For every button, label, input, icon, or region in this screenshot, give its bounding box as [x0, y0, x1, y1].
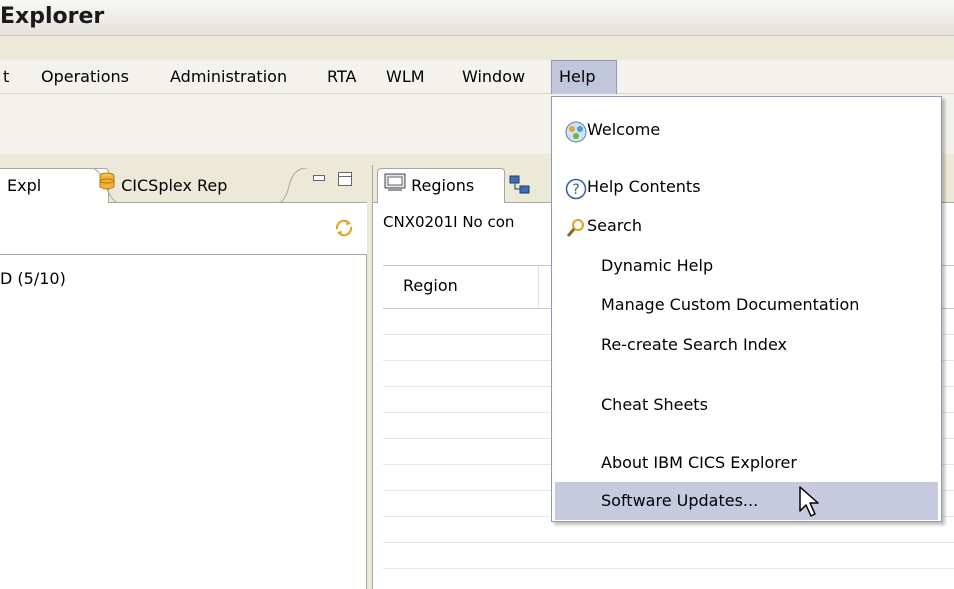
- menu-item-search[interactable]: Search: [555, 207, 938, 245]
- menu-item-manage-custom-documentation-label: Manage Custom Documentation: [601, 295, 860, 314]
- menu-item-recreate-search-index[interactable]: Re-create Search Index: [555, 326, 938, 364]
- svg-text:?: ?: [572, 182, 579, 198]
- menu-item-search-label: Search: [587, 216, 642, 235]
- menu-item-cheat-sheets-label: Cheat Sheets: [601, 395, 708, 414]
- menu-item-dynamic-help-label: Dynamic Help: [601, 256, 714, 275]
- menu-wlm[interactable]: WLM: [379, 60, 432, 94]
- menu-item-about-label: About IBM CICS Explorer: [601, 453, 797, 472]
- menu-item-truncated[interactable]: t: [0, 60, 16, 94]
- status-message: CNX0201I No con: [383, 213, 515, 231]
- welcome-icon: [565, 119, 587, 143]
- menu-item-software-updates[interactable]: Software Updates...: [555, 482, 938, 520]
- minimize-view-button[interactable]: [313, 175, 325, 181]
- tab-cicsplex-rep[interactable]: CICSplex Rep: [98, 171, 227, 203]
- tab-divider-2: [277, 168, 307, 204]
- database-icon: [98, 172, 116, 202]
- menu-item-welcome-label: Welcome: [587, 120, 661, 139]
- menu-help[interactable]: Help: [551, 60, 617, 94]
- left-view-toolbar: [0, 203, 367, 255]
- help-icon: ?: [565, 176, 587, 200]
- menu-item-help-contents-label: Help Contents: [587, 177, 701, 196]
- tab-regions-label: Regions: [411, 176, 475, 195]
- mouse-cursor-icon: [799, 486, 819, 517]
- menu-item-welcome[interactable]: Welcome: [555, 111, 938, 149]
- tree-item[interactable]: D (5/10): [0, 269, 66, 288]
- menu-separator: [560, 372, 934, 373]
- search-icon: [565, 215, 587, 237]
- tab-network-icon[interactable]: [509, 175, 531, 199]
- menu-item-cheat-sheets[interactable]: Cheat Sheets: [555, 386, 938, 424]
- tab-regions[interactable]: Regions: [377, 168, 505, 203]
- menu-operations[interactable]: Operations: [34, 60, 136, 94]
- menu-item-recreate-search-index-label: Re-create Search Index: [601, 335, 787, 354]
- left-view-panel: Expl CICSplex Rep D (5/10): [0, 165, 367, 589]
- left-view-tabs: Expl CICSplex Rep: [0, 165, 367, 204]
- menu-administration[interactable]: Administration: [163, 60, 294, 94]
- menu-item-manage-custom-documentation[interactable]: Manage Custom Documentation: [555, 286, 938, 324]
- tab-cicsplex-rep-label: CICSplex Rep: [121, 176, 228, 195]
- menubar: t Operations Administration RTA WLM Wind…: [0, 60, 954, 94]
- column-header-region[interactable]: Region: [403, 276, 458, 295]
- menu-rta[interactable]: RTA: [320, 60, 363, 94]
- menu-item-software-updates-label: Software Updates...: [601, 491, 759, 510]
- window-titlebar: Explorer: [0, 0, 954, 36]
- refresh-icon[interactable]: [333, 217, 355, 243]
- window-title: Explorer: [0, 4, 105, 29]
- menu-separator: [560, 153, 934, 154]
- region-icon: [384, 170, 406, 203]
- tab-explorer-label: Expl: [7, 176, 42, 195]
- maximize-view-button[interactable]: [338, 172, 352, 186]
- menu-window[interactable]: Window: [455, 60, 532, 94]
- menu-item-about[interactable]: About IBM CICS Explorer: [555, 444, 938, 482]
- menu-item-dynamic-help[interactable]: Dynamic Help: [555, 247, 938, 285]
- help-menu: Welcome ? Help Contents Search Dynamic H…: [551, 96, 942, 522]
- menu-item-help-contents[interactable]: ? Help Contents: [555, 168, 938, 206]
- menu-separator: [560, 430, 934, 431]
